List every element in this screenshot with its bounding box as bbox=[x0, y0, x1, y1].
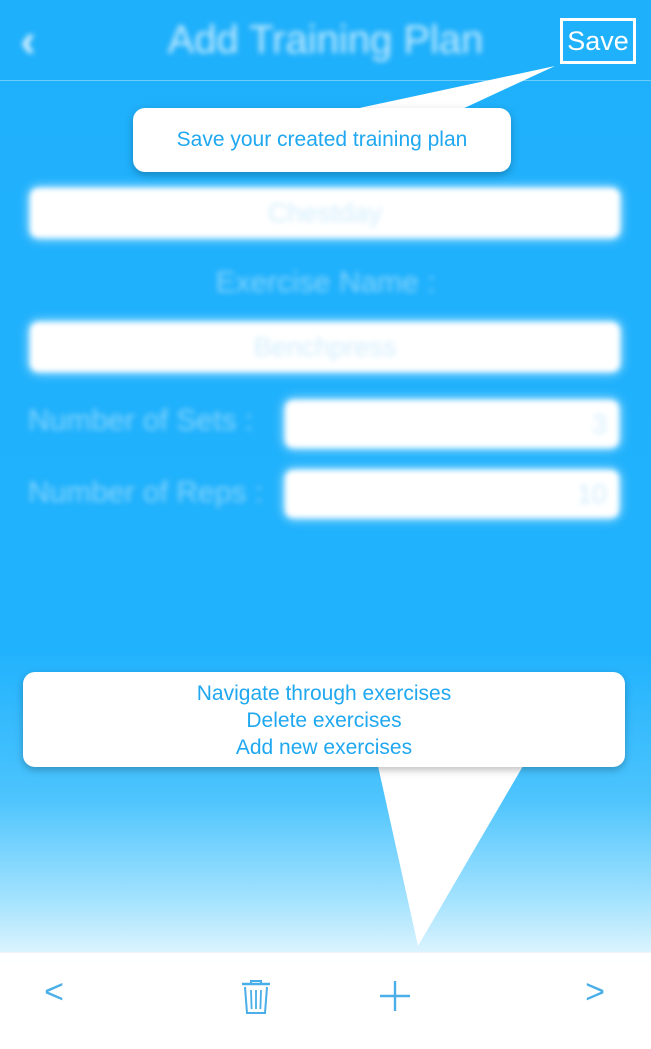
next-exercise-button[interactable]: > bbox=[563, 953, 627, 1031]
toolbar-tooltip-line-navigate: Navigate through exercises bbox=[196, 682, 452, 705]
chevron-right-icon: > bbox=[585, 973, 605, 1011]
bottom-toolbar: < > bbox=[0, 952, 651, 1033]
bottom-edge bbox=[0, 1031, 651, 1049]
toolbar-tooltip-line-delete: Delete exercises bbox=[246, 709, 402, 732]
save-tooltip: Save your created training plan bbox=[133, 108, 511, 172]
add-exercise-button[interactable] bbox=[370, 953, 420, 1031]
delete-exercise-button[interactable] bbox=[230, 953, 282, 1031]
save-tooltip-text: Save your created training plan bbox=[176, 128, 468, 151]
plus-icon bbox=[380, 981, 410, 1011]
chevron-left-icon: < bbox=[44, 973, 64, 1011]
toolbar-tooltip: Navigate through exercises Delete exerci… bbox=[23, 672, 625, 767]
previous-exercise-button[interactable]: < bbox=[22, 953, 86, 1031]
trash-icon bbox=[242, 980, 270, 1014]
toolbar-tooltip-line-add: Add new exercises bbox=[235, 736, 413, 759]
